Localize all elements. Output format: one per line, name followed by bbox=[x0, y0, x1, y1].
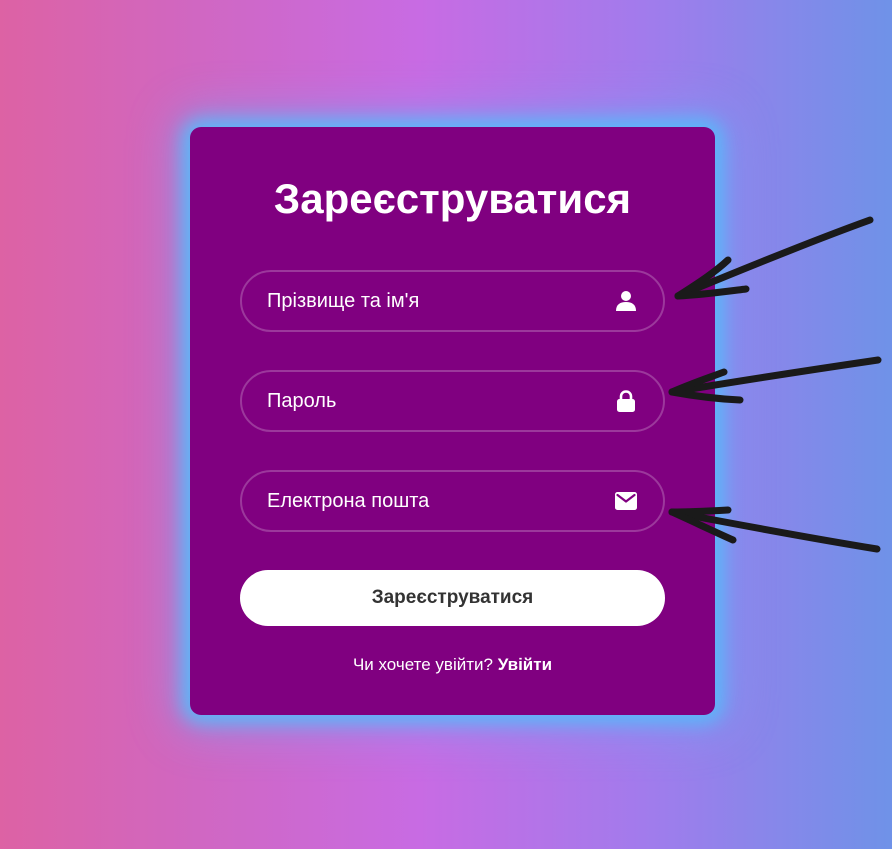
envelope-icon bbox=[615, 490, 637, 512]
email-input[interactable] bbox=[242, 472, 663, 530]
user-icon bbox=[615, 290, 637, 312]
login-prompt-text: Чи хочете увійти? bbox=[352, 655, 493, 674]
login-link[interactable]: Увійти bbox=[498, 655, 552, 674]
registration-card: Зареєструватися Зареєструватися bbox=[190, 127, 715, 715]
form-title: Зареєструватися bbox=[273, 175, 632, 222]
login-prompt: Чи хочете увійти? Увійти bbox=[190, 654, 715, 676]
password-field[interactable] bbox=[240, 370, 665, 432]
register-button[interactable]: Зареєструватися bbox=[240, 570, 665, 626]
lock-icon bbox=[615, 390, 637, 412]
full-name-field[interactable] bbox=[240, 270, 665, 332]
email-field[interactable] bbox=[240, 470, 665, 532]
password-input[interactable] bbox=[242, 372, 663, 430]
full-name-input[interactable] bbox=[242, 272, 663, 330]
